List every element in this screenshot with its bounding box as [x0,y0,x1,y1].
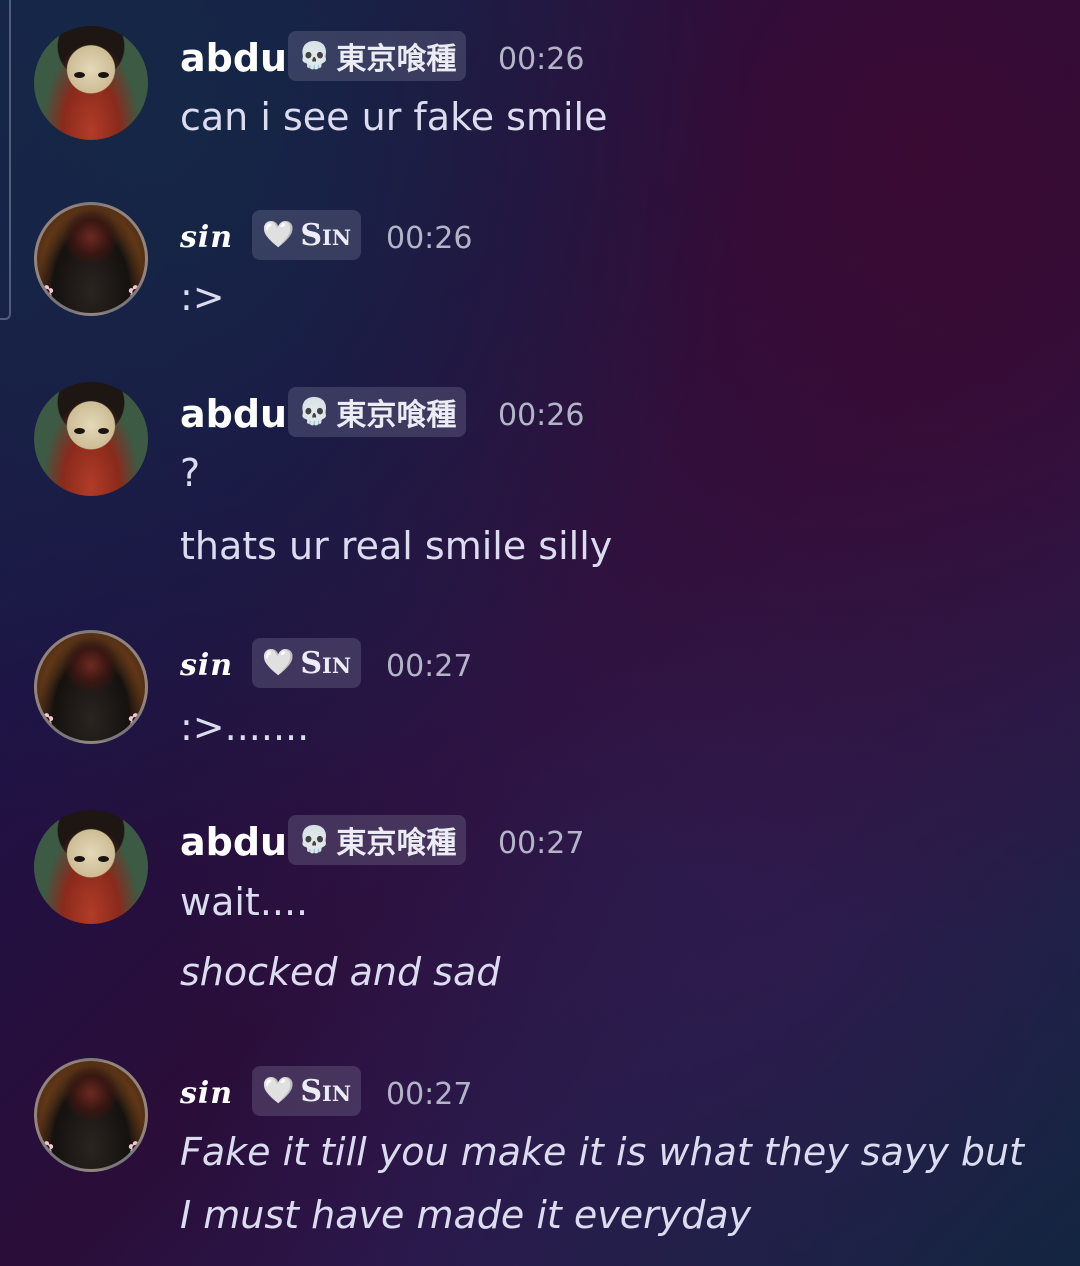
message-text: thats ur real smile silly [180,524,613,568]
message-text: wait.... [180,880,309,924]
avatar[interactable] [34,382,148,496]
author-name[interactable]: sin [180,220,233,255]
avatar[interactable]: ✿ ✿ [34,202,148,316]
avatar[interactable] [34,26,148,140]
skull-icon: 💀 [298,397,331,427]
message-text: I must have made it everyday [180,1193,752,1237]
author-name[interactable]: abdu [180,392,287,436]
role-tag-label: 東京喰種 [336,42,457,77]
role-tag[interactable]: 🤍 Sin [252,1066,362,1116]
role-tag[interactable]: 🤍 Sin [252,638,362,688]
avatar[interactable]: ✿ ✿ [34,1058,148,1172]
role-tag-label: Sin [300,217,352,253]
role-tag-label: 東京喰種 [336,826,457,861]
timestamp: 00:27 [498,826,585,861]
author-name[interactable]: sin [180,1076,233,1111]
author-name[interactable]: abdu [180,820,287,864]
heart-icon: 🤍 [262,220,295,250]
message-text: Fake it till you make it is what they sa… [180,1130,1025,1174]
role-tag[interactable]: 🤍 Sin [252,210,362,260]
avatar[interactable] [34,810,148,924]
message-text: :>....... [180,705,310,749]
timestamp: 00:26 [498,398,585,433]
message-text: ? [180,451,201,495]
heart-icon: 🤍 [262,648,295,678]
role-tag[interactable]: 💀 東京喰種 [288,31,467,81]
skull-icon: 💀 [298,825,331,855]
message-text: :> [180,275,225,319]
role-tag-label: Sin [300,645,352,681]
author-name[interactable]: sin [180,648,233,683]
role-tag[interactable]: 💀 東京喰種 [288,815,467,865]
timestamp: 00:26 [386,221,473,256]
role-tag-label: Sin [300,1073,352,1109]
timestamp: 00:27 [386,1077,473,1112]
timestamp: 00:27 [386,649,473,684]
heart-icon: 🤍 [262,1076,295,1106]
timestamp: 00:26 [498,42,585,77]
message-text: shocked and sad [180,950,501,994]
role-tag[interactable]: 💀 東京喰種 [288,387,467,437]
skull-icon: 💀 [298,41,331,71]
role-tag-label: 東京喰種 [336,398,457,433]
scroll-indicator [0,0,11,320]
message-text: can i see ur fake smile [180,95,608,139]
avatar[interactable]: ✿ ✿ [34,630,148,744]
author-name[interactable]: abdu [180,36,287,80]
